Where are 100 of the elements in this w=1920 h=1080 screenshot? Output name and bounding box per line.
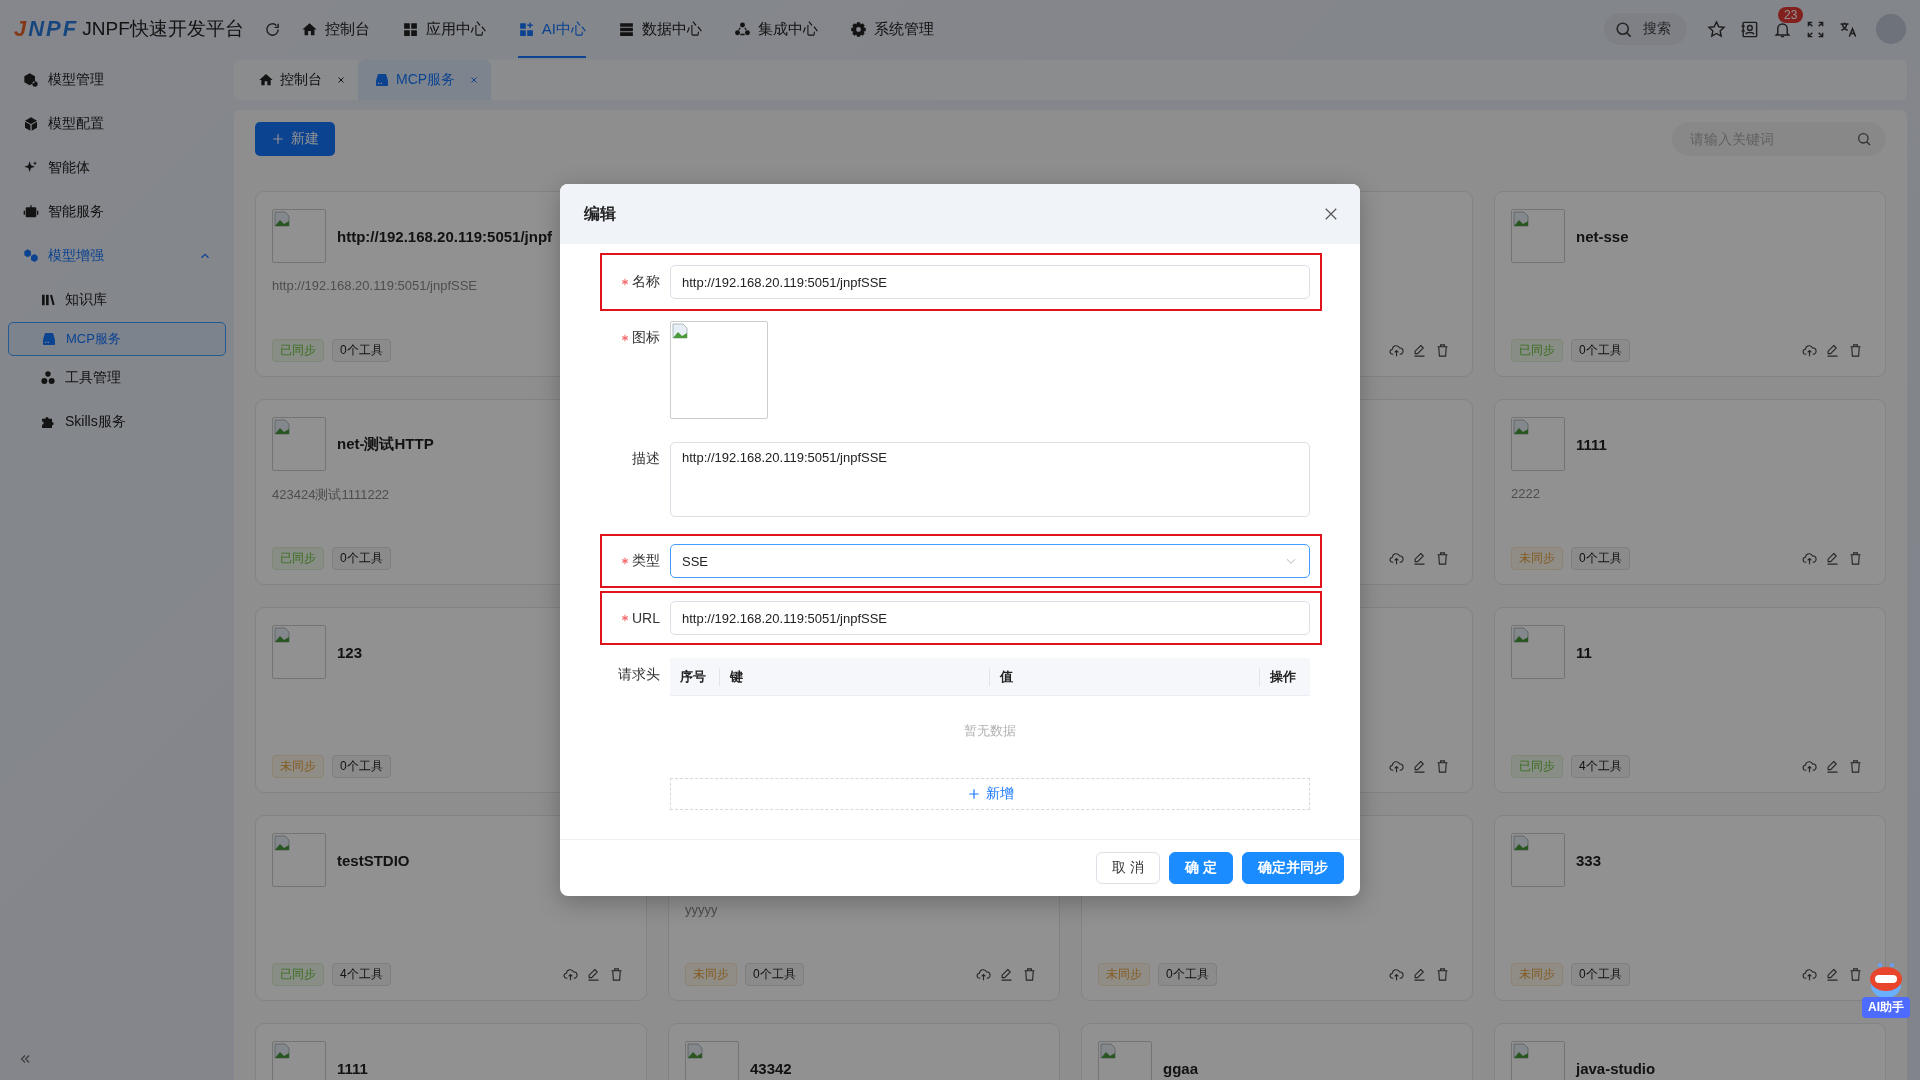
cloud-upload-icon[interactable] <box>1389 550 1404 566</box>
sidebar-item[interactable]: 知识库 <box>8 278 226 322</box>
search-icon <box>1614 19 1633 39</box>
card-description: yyyyy <box>685 902 719 917</box>
home-icon <box>300 20 318 38</box>
edit-icon[interactable] <box>1412 758 1427 774</box>
input-field[interactable]: http://192.168.20.119:5051/jnpfSSE <box>670 265 1310 299</box>
service-card[interactable]: 1111 <box>255 1023 647 1080</box>
edit-icon[interactable] <box>1825 966 1840 982</box>
service-card[interactable]: java-studio <box>1494 1023 1886 1080</box>
dialog-button[interactable]: 确 定 <box>1169 852 1233 884</box>
sync-status-tag: 未同步 <box>1511 962 1563 986</box>
nav-item[interactable]: 应用中心 <box>401 0 486 58</box>
sidebar-item[interactable]: 工具管理 <box>8 356 226 400</box>
broken-image-icon <box>274 627 290 643</box>
search-button[interactable]: 搜索 <box>1604 13 1687 45</box>
card-title: net-测试HTTP <box>337 434 434 454</box>
star-icon[interactable] <box>1707 19 1726 39</box>
service-card[interactable]: 333 未同步 0个工具 <box>1494 815 1886 1001</box>
cloud-upload-icon[interactable] <box>1802 550 1817 566</box>
circles-icon <box>40 370 56 386</box>
edit-icon[interactable] <box>1412 342 1427 358</box>
cube-icon <box>23 116 39 132</box>
card-title: http://192.168.20.119:5051/jnpf <box>337 227 553 245</box>
books-icon <box>40 292 56 308</box>
sidebar-item[interactable]: 模型管理 <box>8 58 226 102</box>
trash-icon[interactable] <box>1848 550 1863 566</box>
card-description: 2222 <box>1511 486 1541 501</box>
nav-item[interactable]: 系统管理 <box>849 0 934 58</box>
service-card[interactable]: net-sse 已同步 0个工具 <box>1494 191 1886 377</box>
nav-item[interactable]: 数据中心 <box>617 0 702 58</box>
drive-icon <box>41 331 57 347</box>
tool-count-tag: 0个工具 <box>332 546 391 570</box>
edit-icon[interactable] <box>1412 550 1427 566</box>
sidebar-item[interactable]: 智能服务 <box>8 190 226 234</box>
new-button[interactable]: 新建 <box>255 122 335 156</box>
contacts-icon[interactable] <box>1740 19 1759 39</box>
app-title: JNPF快速开发平台 <box>82 17 244 41</box>
broken-image-icon <box>1100 1043 1116 1059</box>
fullscreen-icon[interactable] <box>1806 19 1825 39</box>
edit-icon[interactable] <box>1412 966 1427 982</box>
translate-icon[interactable] <box>1839 19 1858 39</box>
select-field[interactable]: SSE <box>670 544 1310 578</box>
sidebar-item[interactable]: Skills服务 <box>8 400 226 444</box>
sidebar-item[interactable]: 智能体 <box>8 146 226 190</box>
nav-item[interactable]: 集成中心 <box>733 0 818 58</box>
service-card[interactable]: ggaa <box>1081 1023 1473 1080</box>
cloud-upload-icon[interactable] <box>1802 758 1817 774</box>
cloud-upload-icon[interactable] <box>1802 342 1817 358</box>
sidebar-item[interactable]: 模型增强 <box>8 234 226 278</box>
broken-image-icon <box>274 211 290 227</box>
collapse-icon[interactable] <box>18 1052 32 1066</box>
edit-icon[interactable] <box>1825 550 1840 566</box>
service-card[interactable]: 11 已同步 4个工具 <box>1494 607 1886 793</box>
service-card[interactable]: 1111 2222 未同步 0个工具 <box>1494 399 1886 585</box>
dialog-button[interactable]: 取 消 <box>1096 852 1161 884</box>
cloud-upload-icon[interactable] <box>1389 342 1404 358</box>
trash-icon[interactable] <box>609 966 624 982</box>
service-card[interactable]: testSTDIO 已同步 4个工具 <box>255 815 647 1001</box>
edit-icon[interactable] <box>586 966 601 982</box>
sidebar-item[interactable]: 模型配置 <box>8 102 226 146</box>
page-tab[interactable]: 控制台 <box>234 60 358 100</box>
tool-count-tag: 0个工具 <box>1571 338 1630 362</box>
sync-status-tag: 已同步 <box>272 338 324 362</box>
trash-icon[interactable] <box>1848 966 1863 982</box>
column-header: 序号 <box>670 667 720 686</box>
trash-icon[interactable] <box>1435 550 1450 566</box>
edit-icon[interactable] <box>1825 342 1840 358</box>
cloud-upload-icon[interactable] <box>1389 758 1404 774</box>
cloud-upload-icon[interactable] <box>1389 966 1404 982</box>
input-field[interactable]: http://192.168.20.119:5051/jnpfSSE <box>670 601 1310 635</box>
search-icon[interactable] <box>1856 131 1872 147</box>
cloud-upload-icon[interactable] <box>1802 966 1817 982</box>
tool-count-tag: 4个工具 <box>1571 754 1630 778</box>
dialog-button[interactable]: 确定并同步 <box>1242 852 1344 884</box>
card-title: 1111 <box>337 1059 368 1077</box>
edit-icon[interactable] <box>1825 758 1840 774</box>
refresh-icon[interactable] <box>263 20 281 38</box>
trash-icon[interactable] <box>1435 966 1450 982</box>
trash-icon[interactable] <box>1848 758 1863 774</box>
close-icon[interactable] <box>336 75 346 85</box>
sync-status-tag: 已同步 <box>272 546 324 570</box>
card-title: 123 <box>337 643 363 661</box>
add-row-button[interactable]: 新增 <box>670 778 1310 810</box>
trash-icon[interactable] <box>1848 342 1863 358</box>
cloud-upload-icon[interactable] <box>976 966 991 982</box>
edit-icon[interactable] <box>999 966 1014 982</box>
trash-icon[interactable] <box>1435 758 1450 774</box>
description-field[interactable]: http://192.168.20.119:5051/jnpfSSE <box>670 442 1310 517</box>
trash-icon[interactable] <box>1022 966 1037 982</box>
cubes-icon <box>23 248 39 264</box>
tool-count-tag: 0个工具 <box>1571 546 1630 570</box>
broken-image-icon <box>274 835 290 851</box>
service-card[interactable]: 43342 <box>668 1023 1060 1080</box>
nav-item[interactable]: 控制台 <box>300 0 370 58</box>
assistant-label[interactable]: AI助手 <box>1862 997 1910 1018</box>
card-description: http://192.168.20.119:5051/jnpfSSE <box>272 278 479 293</box>
cloud-upload-icon[interactable] <box>563 966 578 982</box>
card-title: 11 <box>1576 643 1592 661</box>
trash-icon[interactable] <box>1435 342 1450 358</box>
